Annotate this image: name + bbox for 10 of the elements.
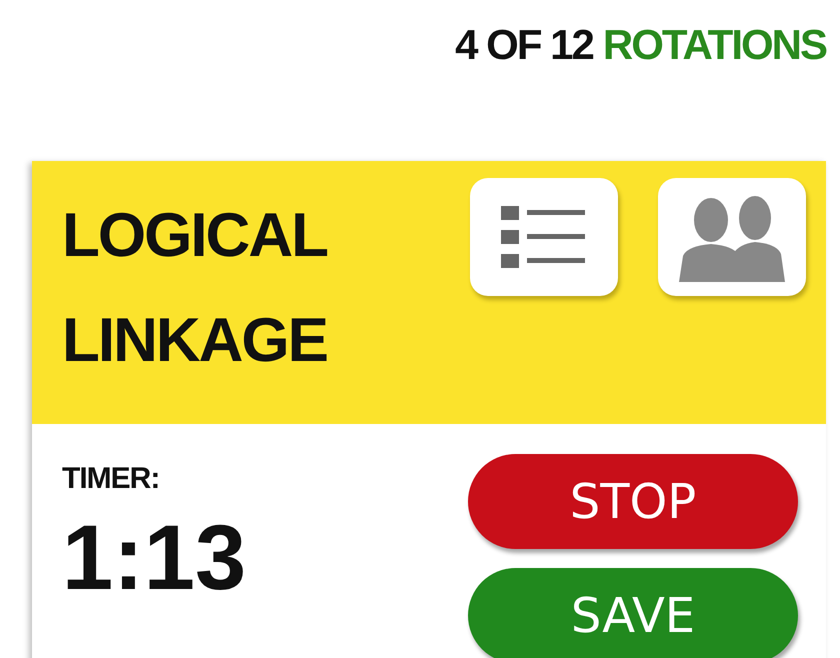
- rotation-count: 4 OF 12: [455, 20, 593, 70]
- rotations-label: ROTATIONS: [602, 20, 826, 70]
- station-title: LOGICAL LINKAGE: [62, 200, 328, 377]
- people-button[interactable]: [658, 178, 806, 296]
- list-button[interactable]: [470, 178, 618, 296]
- save-button[interactable]: SAVE: [468, 568, 798, 658]
- stop-button[interactable]: STOP: [468, 454, 798, 549]
- timer-label: TIMER:: [62, 462, 160, 496]
- timer-value: 1:13: [62, 508, 246, 608]
- list-icon: [501, 206, 587, 268]
